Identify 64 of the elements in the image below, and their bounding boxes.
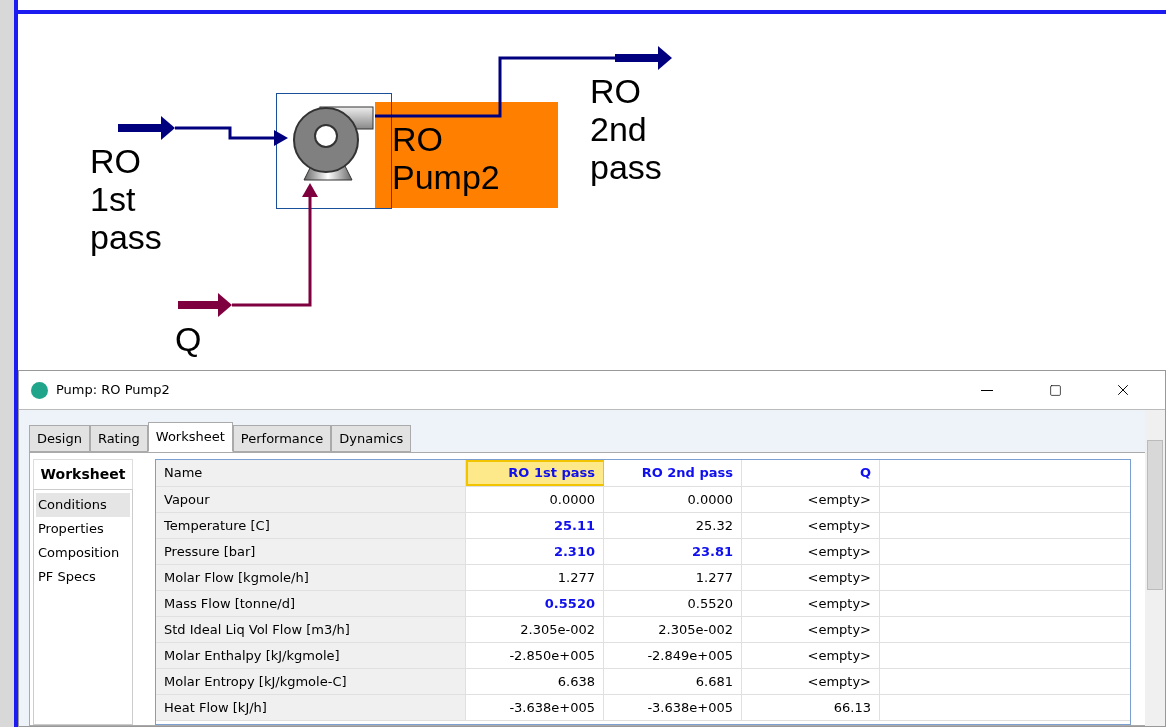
table-cell[interactable]: 1.277 — [604, 565, 742, 590]
table-cell[interactable]: 2.305e-002 — [466, 617, 604, 642]
table-cell[interactable]: <empty> — [742, 487, 880, 512]
nav-item[interactable]: PF Specs — [36, 565, 130, 589]
table-cell[interactable]: 0.0000 — [466, 487, 604, 512]
table-cell[interactable]: <empty> — [742, 617, 880, 642]
pump-selection-frame[interactable] — [276, 93, 392, 209]
stream-arrow[interactable] — [178, 183, 318, 317]
table-cell[interactable]: 0.0000 — [604, 487, 742, 512]
row-label: Heat Flow [kJ/h] — [156, 695, 466, 720]
stream-arrow[interactable] — [118, 116, 288, 146]
window-title: Pump: RO Pump2 — [56, 381, 170, 400]
table-cell[interactable]: <empty> — [742, 513, 880, 538]
row-label: Std Ideal Liq Vol Flow [m3/h] — [156, 617, 466, 642]
table-cell[interactable]: 6.681 — [604, 669, 742, 694]
column-header[interactable]: RO 2nd pass — [604, 460, 742, 486]
table-cell[interactable]: <empty> — [742, 539, 880, 564]
table-cell[interactable]: 1.277 — [466, 565, 604, 590]
row-label: Molar Flow [kgmole/h] — [156, 565, 466, 590]
maximize-icon — [1048, 383, 1062, 397]
tab[interactable]: Worksheet — [147, 422, 233, 452]
table-cell[interactable]: <empty> — [742, 591, 880, 616]
row-label: Temperature [C] — [156, 513, 466, 538]
table-cell[interactable]: <empty> — [742, 669, 880, 694]
tab[interactable]: Rating — [89, 425, 148, 452]
tab[interactable]: Dynamics — [331, 425, 412, 452]
row-label: Pressure [bar] — [156, 539, 466, 564]
tab[interactable]: Design — [29, 425, 90, 452]
table-cell[interactable]: 0.5520 — [466, 591, 604, 616]
column-header[interactable]: Name — [156, 460, 466, 486]
minimize-icon — [981, 389, 993, 391]
row-label: Mass Flow [tonne/d] — [156, 591, 466, 616]
nav-item[interactable]: Conditions — [36, 493, 130, 517]
tab[interactable]: Performance — [232, 425, 332, 452]
row-label: Molar Entropy [kJ/kgmole-C] — [156, 669, 466, 694]
row-label: Molar Enthalpy [kJ/kgmole] — [156, 643, 466, 668]
row-label: Vapour — [156, 487, 466, 512]
table-cell[interactable]: <empty> — [742, 643, 880, 668]
column-header[interactable]: Q — [742, 460, 880, 486]
stream-label: Q — [175, 320, 203, 358]
nav-item[interactable]: Composition — [36, 541, 130, 565]
table-cell[interactable]: 23.81 — [604, 539, 742, 564]
stream-arrow[interactable] — [375, 46, 672, 118]
stream-label: RO 1st pass — [90, 142, 163, 256]
table-cell[interactable]: 6.638 — [466, 669, 604, 694]
stream-label: RO 2nd pass — [590, 72, 663, 186]
table-cell[interactable]: -2.849e+005 — [604, 643, 742, 668]
table-cell[interactable]: 2.305e-002 — [604, 617, 742, 642]
table-cell[interactable]: 66.13 — [742, 695, 880, 720]
nav-item[interactable]: Properties — [36, 517, 130, 541]
table-cell[interactable]: -3.638e+005 — [604, 695, 742, 720]
column-header[interactable]: RO 1st pass — [466, 460, 604, 486]
table-cell[interactable]: 25.32 — [604, 513, 742, 538]
section-heading: Worksheet — [33, 459, 133, 489]
table-cell[interactable]: -2.850e+005 — [466, 643, 604, 668]
unit-label[interactable]: RO Pump2 — [375, 102, 558, 208]
table-cell[interactable]: <empty> — [742, 565, 880, 590]
scrollbar[interactable] — [1145, 410, 1165, 726]
table-cell[interactable]: -3.638e+005 — [466, 695, 604, 720]
table-cell[interactable]: 2.310 — [466, 539, 604, 564]
table-cell[interactable]: 25.11 — [466, 513, 604, 538]
table-cell[interactable]: 0.5520 — [604, 591, 742, 616]
pump-icon[interactable] — [290, 104, 374, 184]
app-icon — [31, 381, 48, 399]
